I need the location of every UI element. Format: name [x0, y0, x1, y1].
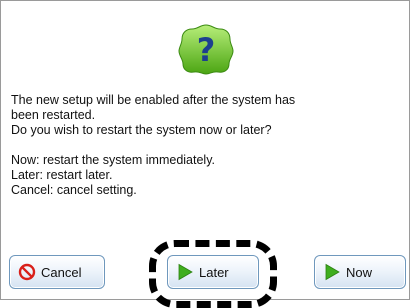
option-line: Cancel: cancel setting.	[11, 183, 137, 197]
message-line: been restarted.	[11, 108, 96, 122]
later-button[interactable]: Later	[167, 255, 259, 289]
play-icon	[178, 263, 193, 281]
option-line: Now: restart the system immediately.	[11, 153, 215, 167]
now-button-label: Now	[346, 264, 373, 280]
now-button[interactable]: Now	[314, 255, 406, 289]
cancel-icon	[18, 263, 36, 281]
dialog-message: The new setup will be enabled after the …	[11, 93, 401, 198]
message-line: Do you wish to restart the system now or…	[11, 123, 272, 137]
question-icon: ?	[178, 24, 234, 75]
cancel-button[interactable]: Cancel	[9, 255, 105, 289]
svg-text:?: ?	[197, 31, 216, 69]
message-line: The new setup will be enabled after the …	[11, 93, 296, 107]
play-icon	[325, 263, 340, 281]
option-line: Later: restart later.	[11, 168, 113, 182]
restart-dialog: ? The new setup will be enabled after th…	[0, 0, 410, 300]
later-button-label: Later	[199, 264, 229, 280]
cancel-button-label: Cancel	[41, 264, 82, 280]
